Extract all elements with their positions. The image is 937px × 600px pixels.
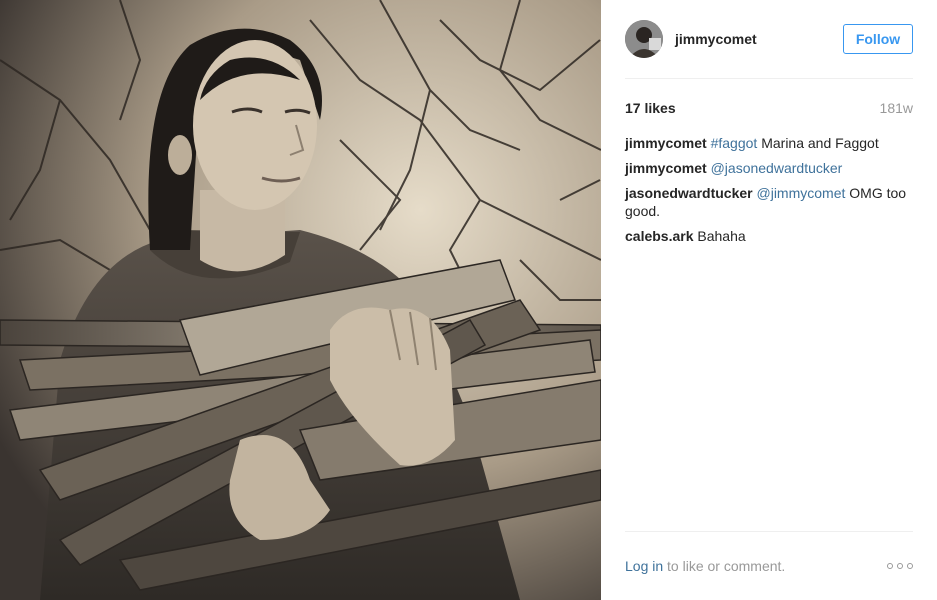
more-options-button[interactable] [887, 559, 913, 573]
follow-button[interactable]: Follow [843, 24, 913, 54]
ellipsis-icon [897, 563, 903, 569]
post-photo[interactable] [0, 0, 601, 600]
comment-item: jasonedwardtucker @jimmycomet OMG too go… [625, 184, 913, 220]
user-avatar[interactable] [625, 20, 663, 58]
login-link[interactable]: Log in [625, 558, 663, 574]
likes-count[interactable]: 17 likes [625, 100, 676, 116]
comment-item: jimmycomet @jasonedwardtucker [625, 159, 913, 177]
post-timestamp[interactable]: 181w [880, 100, 913, 116]
author-username[interactable]: jimmycomet [675, 31, 843, 47]
login-prompt: Log in to like or comment. [625, 558, 785, 574]
user-avatar-icon [625, 20, 663, 58]
comment-author[interactable]: calebs.ark [625, 228, 694, 244]
comment-author[interactable]: jimmycomet [625, 160, 707, 176]
comment-mention[interactable]: @jimmycomet [757, 185, 846, 201]
ellipsis-icon [907, 563, 913, 569]
post-header: jimmycomet Follow [625, 0, 913, 79]
post-sidebar: jimmycomet Follow 17 likes 181w jimmycom… [601, 0, 937, 600]
comment-author[interactable]: jimmycomet [625, 135, 707, 151]
ellipsis-icon [887, 563, 893, 569]
post-container: jimmycomet Follow 17 likes 181w jimmycom… [0, 0, 937, 600]
login-prompt-text: to like or comment. [663, 558, 786, 574]
comment-mention[interactable]: @jasonedwardtucker [711, 160, 843, 176]
comment-item: jimmycomet #faggot Marina and Faggot [625, 134, 913, 152]
post-footer: Log in to like or comment. [625, 531, 913, 600]
comment-author[interactable]: jasonedwardtucker [625, 185, 753, 201]
photo-illustration [0, 0, 601, 600]
comment-text: Bahaha [697, 228, 746, 244]
post-stats: 17 likes 181w [625, 99, 913, 117]
comment-item: calebs.ark Bahaha [625, 227, 913, 245]
comment-text: Marina and Faggot [757, 135, 879, 151]
comment-hashtag[interactable]: #faggot [711, 135, 758, 151]
comments-list: jimmycomet #faggot Marina and Faggot jim… [625, 134, 913, 245]
